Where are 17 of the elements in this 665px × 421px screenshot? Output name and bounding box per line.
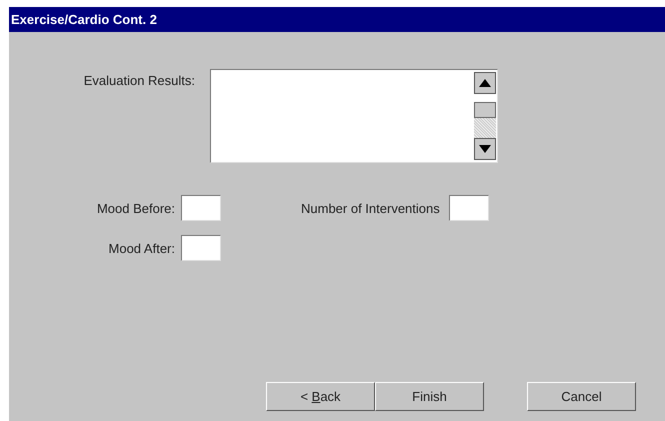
scroll-thumb[interactable] [474,102,496,118]
scrollbar[interactable] [473,70,497,162]
field-label: Number of Interventions [301,200,440,216]
input-field[interactable] [181,235,221,261]
input-field[interactable] [181,195,221,221]
field-label: Mood After: [108,240,175,256]
scroll-up-icon[interactable] [474,72,496,94]
field-label: Mood Before: [96,200,175,216]
window-title: Exercise/Cardio Cont. 2 [9,7,665,32]
input-field[interactable] [448,195,489,221]
back-button[interactable]: < Back [266,382,375,411]
finish-button[interactable]: Finish [375,382,484,411]
scroll-track[interactable] [474,118,496,138]
scroll-down-icon[interactable] [474,138,496,160]
cancel-button[interactable]: Cancel [527,382,636,411]
field-label: Evaluation Results: [82,73,195,88]
evaluation-results-field[interactable] [210,69,498,163]
